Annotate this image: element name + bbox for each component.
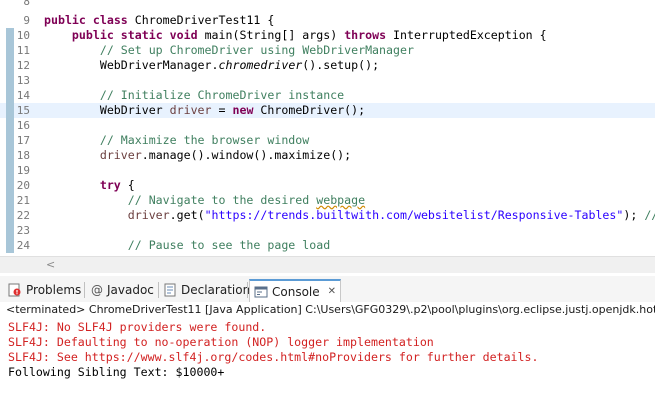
code-text: try {	[99, 178, 135, 192]
code-line[interactable]: 20 try {	[0, 178, 655, 193]
view-tab-bar: Problems @ Javadoc Declaration Console ✕	[0, 276, 655, 303]
line-number: 14	[16, 89, 30, 102]
tab-divider	[84, 282, 85, 298]
code-line[interactable]: 16	[0, 118, 655, 133]
change-marker	[6, 148, 14, 163]
line-number: 20	[16, 179, 30, 192]
change-marker	[6, 43, 14, 58]
change-marker	[6, 73, 14, 88]
change-marker	[6, 178, 14, 193]
console-output-line: Following Sibling Text: $10000+	[8, 365, 225, 379]
line-number: 8	[23, 0, 30, 8]
line-number: 11	[16, 44, 30, 57]
close-icon[interactable]: ✕	[328, 286, 336, 297]
line-number: 16	[16, 119, 30, 132]
console-icon	[254, 286, 268, 297]
change-marker	[6, 103, 14, 118]
tab-declaration[interactable]: Declaration	[163, 279, 250, 300]
change-marker	[6, 58, 14, 73]
tab-javadoc-label: Javadoc	[107, 282, 154, 297]
tab-console[interactable]: Console ✕	[249, 279, 342, 303]
line-number: 24	[16, 239, 30, 252]
tab-divider	[158, 282, 159, 298]
line-number: 9	[23, 14, 30, 27]
line-number: 15	[16, 104, 30, 117]
line-number: 21	[16, 194, 30, 207]
code-line[interactable]: 22 driver.get("https://trends.builtwith.…	[0, 208, 655, 223]
change-marker	[6, 133, 14, 148]
line-number: 10	[16, 29, 30, 42]
console-view[interactable]: <terminated> ChromeDriverTest11 [Java Ap…	[0, 302, 655, 402]
code-comment: // Initialize ChromeDriver instance	[44, 88, 345, 102]
line-number: 23	[16, 224, 30, 237]
code-editor[interactable]: 8 9 public class ChromeDriverTest11 { 10…	[0, 0, 655, 256]
code-line[interactable]: 14 // Initialize ChromeDriver instance	[0, 88, 655, 103]
console-terminated-header: <terminated> ChromeDriverTest11 [Java Ap…	[6, 303, 655, 316]
line-number: 22	[16, 209, 30, 222]
code-text: WebDriverManager.chromedriver().setup();	[44, 58, 380, 72]
code-line[interactable]: 18 driver.manage().window().maximize();	[0, 148, 655, 163]
tab-declaration-label: Declaration	[181, 282, 251, 297]
code-text: WebDriver driver = new ChromeDriver();	[44, 103, 366, 117]
declaration-icon	[164, 283, 176, 296]
change-marker	[6, 238, 14, 253]
change-marker	[6, 208, 14, 223]
code-comment: // Set up ChromeDriver using WebDriverMa…	[44, 43, 414, 57]
line-number: 17	[16, 134, 30, 147]
code-text: driver.manage().window().maximize();	[99, 148, 352, 162]
tab-divider	[247, 282, 248, 298]
code-line[interactable]: 23	[0, 223, 655, 238]
code-line[interactable]: 24 // Pause to see the page load	[0, 238, 655, 253]
code-line[interactable]: 12 WebDriverManager.chromedriver().setup…	[0, 58, 655, 73]
code-line[interactable]: 21 // Navigate to the desired webpage	[0, 193, 655, 208]
code-line[interactable]: 17 // Maximize the browser window	[0, 133, 655, 148]
code-line[interactable]: 10 public static void main(String[] args…	[0, 28, 655, 43]
current-code-line[interactable]: 15 WebDriver driver = new ChromeDriver()…	[0, 103, 655, 118]
code-line[interactable]: 9 public class ChromeDriverTest11 {	[0, 13, 655, 28]
code-line[interactable]: 11 // Set up ChromeDriver using WebDrive…	[0, 43, 655, 58]
tab-problems-label: Problems	[26, 282, 82, 297]
change-marker	[6, 223, 14, 238]
code-line[interactable]: 13	[0, 73, 655, 88]
horizontal-scrollbar[interactable]: <	[0, 256, 655, 273]
change-marker	[6, 88, 14, 103]
scroll-left-arrow-icon[interactable]: <	[46, 258, 55, 271]
tab-javadoc[interactable]: @ Javadoc	[91, 279, 154, 300]
change-marker	[6, 28, 14, 43]
line-number: 19	[16, 164, 30, 177]
console-error-line: SLF4J: No SLF4J providers were found.	[8, 320, 267, 334]
code-text: public class ChromeDriverTest11 {	[44, 13, 275, 27]
problems-icon	[8, 283, 21, 296]
console-error-line: SLF4J: Defaulting to no-operation (NOP) …	[8, 335, 434, 349]
change-marker	[6, 163, 14, 178]
at-icon: @	[91, 282, 103, 297]
line-number: 18	[16, 149, 30, 162]
line-number: 12	[16, 59, 30, 72]
code-line[interactable]: 19	[0, 163, 655, 178]
code-line[interactable]: 8	[0, 0, 655, 9]
code-text: driver.get("https://trends.builtwith.com…	[127, 208, 655, 222]
change-marker	[6, 193, 14, 208]
tab-problems[interactable]: Problems	[8, 279, 81, 300]
console-error-line: SLF4J: See https://www.slf4j.org/codes.h…	[8, 350, 539, 364]
code-comment: // Maximize the browser window	[44, 133, 310, 147]
change-marker	[6, 118, 14, 133]
code-text: public static void main(String[] args) t…	[71, 28, 547, 42]
tab-console-label: Console	[272, 284, 320, 299]
code-comment: // Pause to see the page load	[44, 238, 331, 252]
line-number: 13	[16, 74, 30, 87]
code-comment: // Navigate to the desired webpage	[44, 193, 366, 207]
